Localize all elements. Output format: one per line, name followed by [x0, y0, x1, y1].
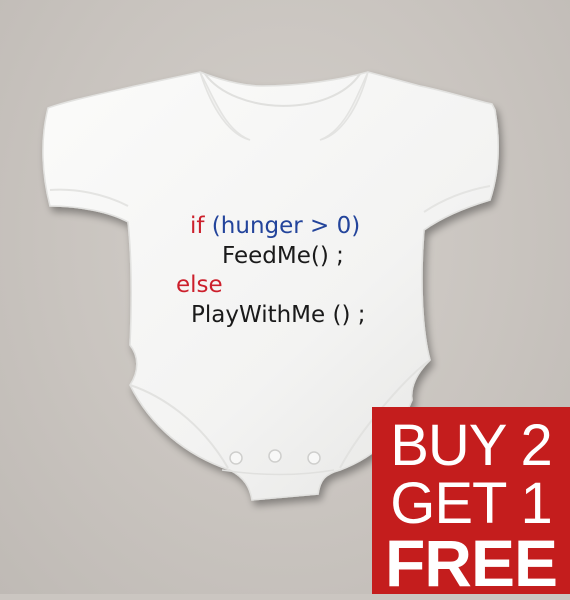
- photo-background: if (hunger > 0) FeedMe() ; else PlayWith…: [0, 0, 570, 600]
- promo-line-free: FREE: [384, 526, 558, 600]
- code-line-playwithme: PlayWithMe () ;: [191, 302, 366, 328]
- code-condition: (hunger > 0): [204, 213, 361, 239]
- code-line-if: if (hunger > 0): [190, 215, 360, 238]
- promo-badge: BUY 2 GET 1 FREE: [372, 407, 570, 600]
- code-keyword-if: if: [190, 213, 205, 239]
- code-line-feedme: FeedMe() ;: [222, 243, 344, 269]
- promo-line-buy: BUY 2: [390, 413, 553, 478]
- code-line-else: else: [176, 272, 223, 298]
- promo-line-get: GET 1: [390, 471, 553, 536]
